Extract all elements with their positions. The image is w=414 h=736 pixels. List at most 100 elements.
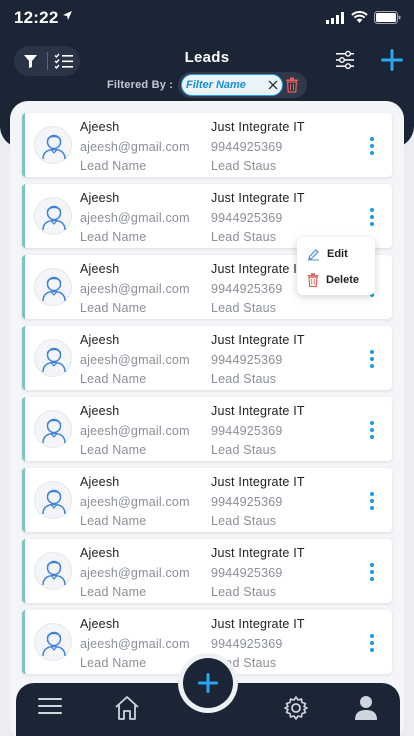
settings-icon[interactable] xyxy=(283,695,309,721)
add-fab-button[interactable] xyxy=(183,658,233,708)
menu-item-edit-label: Edit xyxy=(327,248,348,260)
more-options-icon[interactable] xyxy=(366,137,378,155)
lead-email: ajeesh@gmail.com xyxy=(80,566,190,580)
avatar xyxy=(34,552,72,590)
lead-name-label: Lead Name xyxy=(80,301,147,315)
more-options-icon[interactable] xyxy=(366,634,378,652)
lead-status: Lead Staus xyxy=(211,372,277,386)
home-icon[interactable] xyxy=(114,695,140,721)
lead-email: ajeesh@gmail.com xyxy=(80,637,190,651)
close-icon[interactable] xyxy=(267,79,279,91)
sliders-icon[interactable] xyxy=(334,50,356,70)
avatar xyxy=(34,126,72,164)
lead-company: Just Integrate IT xyxy=(211,617,305,631)
lead-name-label: Lead Name xyxy=(80,372,147,386)
filter-chip[interactable]: Filter Name xyxy=(181,74,283,96)
trash-icon[interactable] xyxy=(285,77,299,93)
battery-icon xyxy=(374,11,401,24)
more-options-icon[interactable] xyxy=(366,421,378,439)
lead-status: Lead Staus xyxy=(211,301,277,315)
lead-card[interactable]: Ajeesh ajeesh@gmail.com Lead Name Just Inte… xyxy=(22,468,392,532)
lead-name: Ajeesh xyxy=(80,262,120,276)
lead-name: Ajeesh xyxy=(80,191,120,205)
status-time: 12:22 xyxy=(14,8,59,27)
more-options-icon[interactable] xyxy=(366,208,378,226)
lead-name: Ajeesh xyxy=(80,546,120,560)
lead-company: Just Integrate IT xyxy=(211,191,305,205)
lead-card[interactable]: Ajeesh ajeesh@gmail.com Lead Name Just Inte… xyxy=(22,326,392,390)
lead-phone: 9944925369 xyxy=(211,282,283,296)
user-avatar-icon xyxy=(42,276,66,302)
lead-company: Just Integrate IT xyxy=(211,333,305,347)
lead-phone: 9944925369 xyxy=(211,495,283,509)
user-avatar-icon xyxy=(42,134,66,160)
wifi-icon xyxy=(351,11,368,23)
lead-phone: 9944925369 xyxy=(211,140,283,154)
lead-phone: 9944925369 xyxy=(211,424,283,438)
lead-card[interactable]: Ajeesh ajeesh@gmail.com Lead Name Just Inte… xyxy=(22,397,392,461)
lead-phone: 9944925369 xyxy=(211,353,283,367)
lead-status: Lead Staus xyxy=(211,159,277,173)
lead-status: Lead Staus xyxy=(211,514,277,528)
more-options-icon[interactable] xyxy=(366,563,378,581)
lead-email: ajeesh@gmail.com xyxy=(80,140,190,154)
lead-card[interactable]: Ajeesh ajeesh@gmail.com Lead Name Just Inte… xyxy=(22,113,392,177)
profile-icon[interactable] xyxy=(354,695,378,721)
lead-phone: 9944925369 xyxy=(211,211,283,225)
lead-status: Lead Staus xyxy=(211,585,277,599)
lead-email: ajeesh@gmail.com xyxy=(80,424,190,438)
location-arrow-icon xyxy=(63,11,72,20)
cellular-signal-icon xyxy=(326,12,344,24)
user-avatar-icon xyxy=(42,560,66,586)
avatar xyxy=(34,623,72,661)
lead-name-label: Lead Name xyxy=(80,230,147,244)
lead-name-label: Lead Name xyxy=(80,159,147,173)
status-bar: 12:22 xyxy=(0,0,414,36)
avatar xyxy=(34,481,72,519)
lead-phone: 9944925369 xyxy=(211,637,283,651)
lead-name-label: Lead Name xyxy=(80,656,147,670)
lead-name-label: Lead Name xyxy=(80,443,147,457)
lead-email: ajeesh@gmail.com xyxy=(80,353,190,367)
lead-phone: 9944925369 xyxy=(211,566,283,580)
lead-name-label: Lead Name xyxy=(80,585,147,599)
user-avatar-icon xyxy=(42,418,66,444)
user-avatar-icon xyxy=(42,205,66,231)
lead-email: ajeesh@gmail.com xyxy=(80,282,190,296)
avatar xyxy=(34,268,72,306)
more-options-icon[interactable] xyxy=(366,350,378,368)
lead-company: Just Integrate IT xyxy=(211,475,305,489)
lead-name: Ajeesh xyxy=(80,617,120,631)
lead-company: Just Integrate IT xyxy=(211,404,305,418)
lead-company: Just Integrate IT xyxy=(211,546,305,560)
add-lead-icon[interactable] xyxy=(380,48,404,72)
lead-name: Ajeesh xyxy=(80,404,120,418)
trash-icon xyxy=(307,273,319,287)
lead-name: Ajeesh xyxy=(80,120,120,134)
filter-chip-label: Filter Name xyxy=(186,79,246,91)
lead-email: ajeesh@gmail.com xyxy=(80,495,190,509)
lead-company: Just Integrate IT xyxy=(211,262,305,276)
user-avatar-icon xyxy=(42,631,66,657)
lead-name-label: Lead Name xyxy=(80,514,147,528)
lead-company: Just Integrate IT xyxy=(211,120,305,134)
lead-card[interactable]: Ajeesh ajeesh@gmail.com Lead Name Just Inte… xyxy=(22,539,392,603)
avatar xyxy=(34,339,72,377)
lead-name: Ajeesh xyxy=(80,333,120,347)
menu-item-delete-label: Delete xyxy=(326,274,360,286)
pencil-icon xyxy=(308,248,319,260)
lead-status: Lead Staus xyxy=(211,230,277,244)
more-options-icon[interactable] xyxy=(366,492,378,510)
lead-status: Lead Staus xyxy=(211,443,277,457)
lead-email: ajeesh@gmail.com xyxy=(80,211,190,225)
filtered-by-label: Filtered By : xyxy=(107,79,174,91)
plus-icon xyxy=(198,673,218,693)
user-avatar-icon xyxy=(42,347,66,373)
menu-item-delete[interactable]: Delete xyxy=(307,271,359,289)
context-menu: Edit Delete xyxy=(297,237,375,295)
menu-icon[interactable] xyxy=(37,695,63,717)
lead-name: Ajeesh xyxy=(80,475,120,489)
menu-item-edit[interactable]: Edit xyxy=(307,245,348,263)
avatar xyxy=(34,410,72,448)
avatar xyxy=(34,197,72,235)
